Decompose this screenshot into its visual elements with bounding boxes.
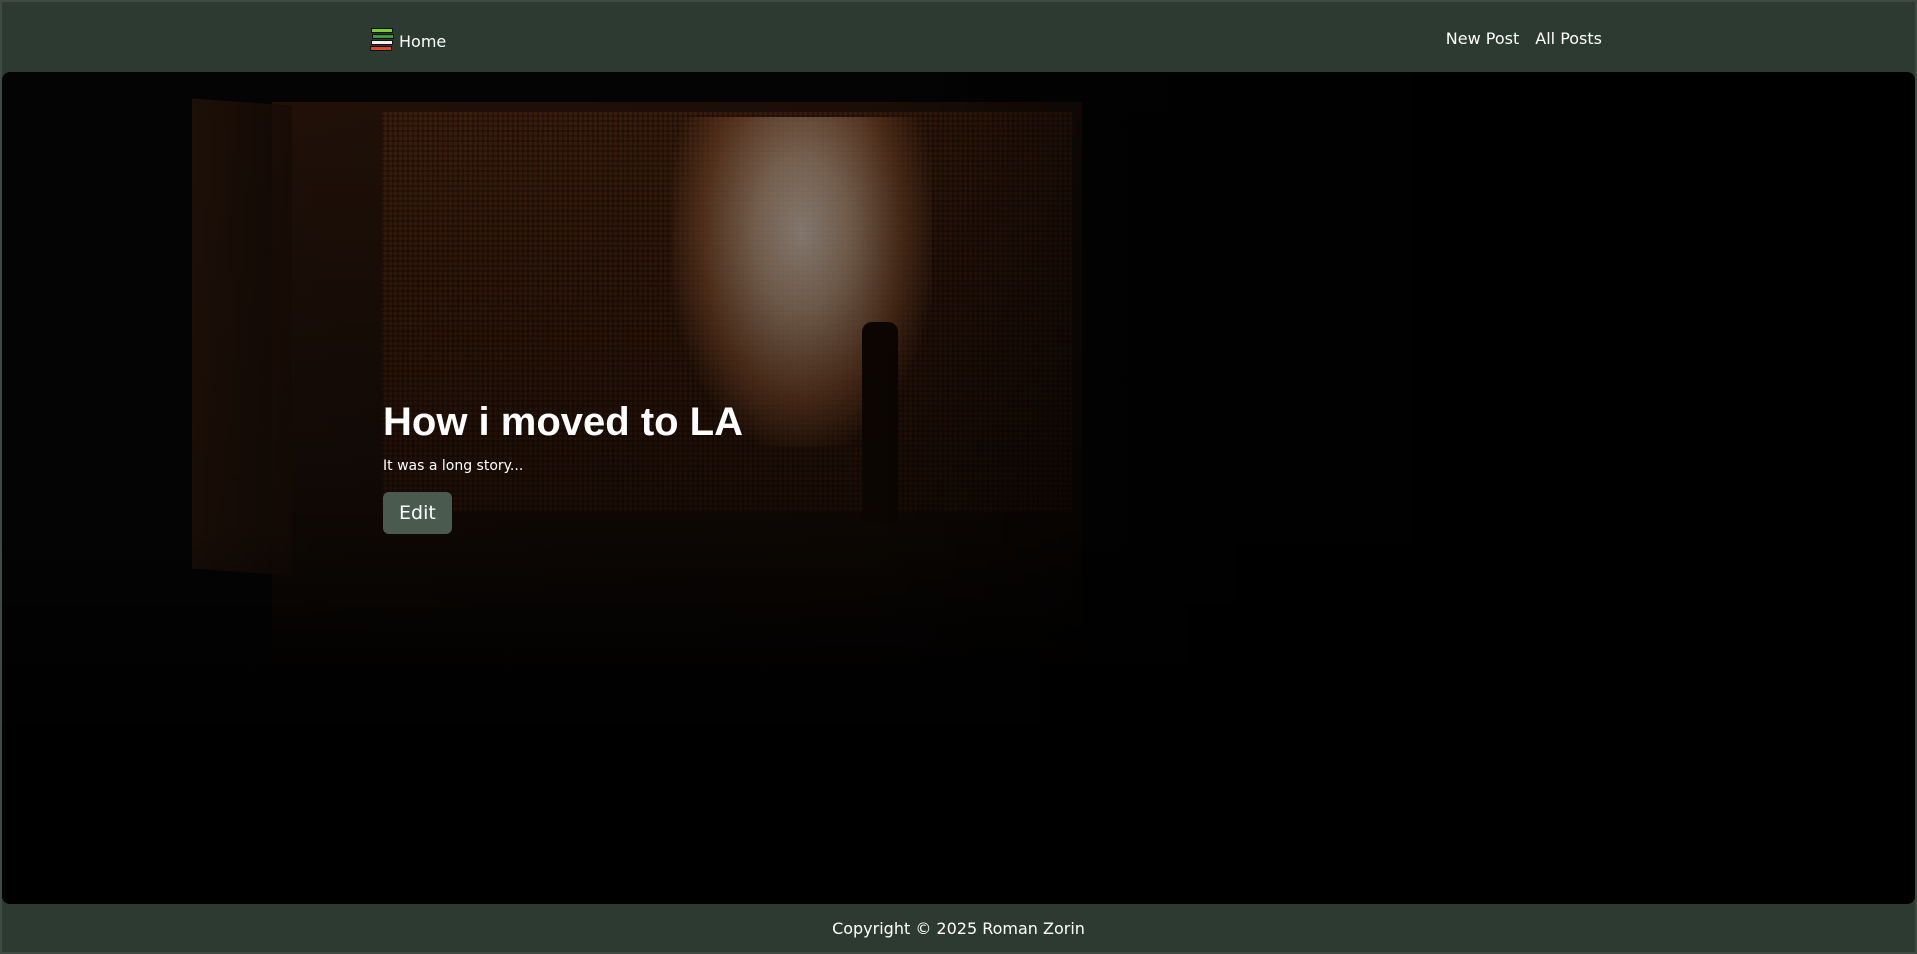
nav-links: New Post All Posts: [1446, 29, 1602, 48]
hero-section: How i moved to LA It was a long story...…: [2, 72, 1915, 904]
all-posts-link[interactable]: All Posts: [1535, 29, 1602, 48]
edit-button[interactable]: Edit: [383, 492, 452, 534]
footer: Copyright © 2025 Roman Zorin: [2, 904, 1915, 952]
copyright-text: Copyright © 2025 Roman Zorin: [832, 918, 1085, 938]
new-post-link[interactable]: New Post: [1446, 29, 1519, 48]
hero-background-image: [2, 72, 1915, 904]
post-title: How i moved to LA: [383, 400, 743, 444]
home-link-label: Home: [399, 31, 447, 51]
books-stack-icon: [369, 26, 395, 52]
hero-content: How i moved to LA It was a long story...…: [383, 398, 743, 534]
post-subtitle: It was a long story...: [383, 458, 524, 474]
home-link[interactable]: Home: [369, 26, 446, 52]
page: Home New Post All Posts How i moved to L…: [0, 0, 1917, 954]
top-navbar: Home New Post All Posts: [2, 2, 1915, 72]
